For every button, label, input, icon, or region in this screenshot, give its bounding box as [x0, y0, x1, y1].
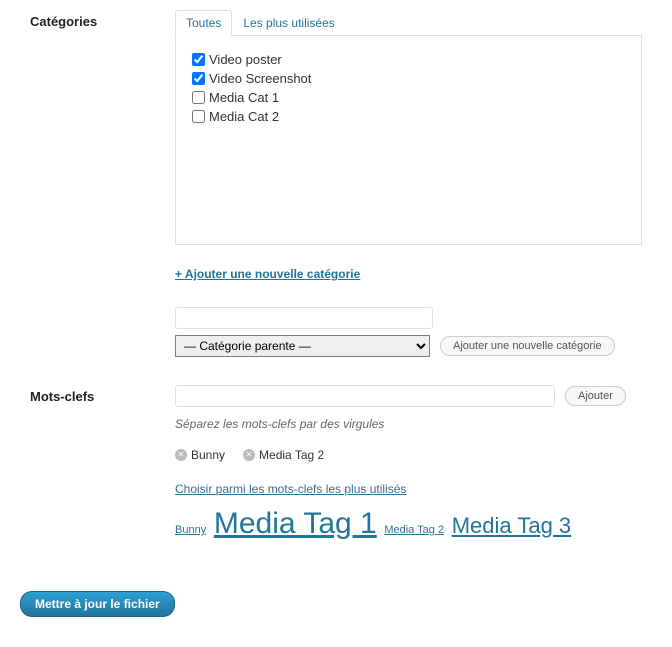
new-category-input[interactable]: [175, 307, 433, 329]
tag-cloud-item[interactable]: Media Tag 3: [452, 513, 571, 538]
tab-most-used[interactable]: Les plus utilisées: [232, 10, 345, 36]
category-checkbox[interactable]: [192, 110, 205, 123]
assigned-tags: ✕ Bunny ✕ Media Tag 2: [175, 445, 642, 462]
category-item-label: Video poster: [209, 52, 282, 67]
category-list-box: Video poster Video Screenshot Media Cat 1 M…: [175, 35, 642, 245]
category-item-label: Media Cat 1: [209, 90, 279, 105]
category-tabs: Toutes Les plus utilisées: [175, 10, 642, 35]
tags-section: Mots-clefs Ajouter Séparez les mots-clef…: [30, 385, 642, 543]
add-category-toggle[interactable]: + Ajouter une nouvelle catégorie: [175, 267, 360, 281]
remove-tag-icon[interactable]: ✕: [243, 449, 255, 461]
category-checkbox[interactable]: [192, 72, 205, 85]
tag-cloud-item[interactable]: Bunny: [175, 524, 206, 536]
add-tag-button[interactable]: Ajouter: [565, 386, 626, 406]
category-item-label: Video Screenshot: [209, 71, 311, 86]
tab-all[interactable]: Toutes: [175, 10, 232, 36]
tag-cloud-item[interactable]: Media Tag 1: [214, 507, 377, 540]
tag-chip: ✕ Bunny: [175, 448, 225, 462]
parent-category-select[interactable]: — Catégorie parente —: [175, 335, 430, 357]
update-file-button[interactable]: Mettre à jour le fichier: [20, 591, 175, 617]
tags-heading: Mots-clefs: [30, 385, 175, 404]
category-item[interactable]: Media Cat 2: [192, 109, 625, 124]
tag-chip: ✕ Media Tag 2: [243, 448, 324, 462]
tag-cloud-item[interactable]: Media Tag 2: [384, 524, 444, 536]
tag-input[interactable]: [175, 385, 555, 407]
tag-hint: Séparez les mots-clefs par des virgules: [175, 417, 642, 431]
remove-tag-icon[interactable]: ✕: [175, 449, 187, 461]
category-item[interactable]: Media Cat 1: [192, 90, 625, 105]
tag-input-row: Ajouter: [175, 385, 642, 407]
categories-section: Catégories Toutes Les plus utilisées Vid…: [30, 10, 642, 357]
tag-cloud: Bunny Media Tag 1 Media Tag 2 Media Tag …: [175, 504, 642, 543]
category-item[interactable]: Video poster: [192, 52, 625, 67]
category-item[interactable]: Video Screenshot: [192, 71, 625, 86]
categories-heading: Catégories: [30, 10, 175, 29]
tags-body: Ajouter Séparez les mots-clefs par des v…: [175, 385, 642, 543]
parent-category-row: — Catégorie parente — Ajouter une nouvel…: [175, 335, 642, 357]
category-checkbox[interactable]: [192, 91, 205, 104]
category-checkbox[interactable]: [192, 53, 205, 66]
tag-chip-label: Bunny: [191, 448, 225, 462]
categories-body: Toutes Les plus utilisées Video posterVi…: [175, 10, 642, 357]
add-category-button[interactable]: Ajouter une nouvelle catégorie: [440, 336, 615, 356]
category-item-label: Media Cat 2: [209, 109, 279, 124]
tag-chip-label: Media Tag 2: [259, 448, 324, 462]
choose-from-most-used-link[interactable]: Choisir parmi les mots-clefs les plus ut…: [175, 482, 406, 496]
